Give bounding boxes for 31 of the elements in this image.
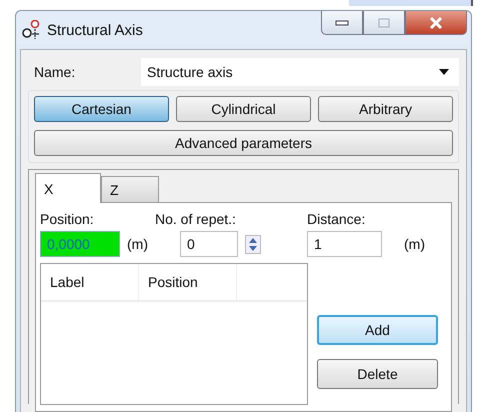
spin-buttons[interactable]	[245, 234, 261, 254]
close-icon	[429, 16, 443, 28]
column-header[interactable]: Label	[41, 264, 139, 300]
name-label: Name:	[33, 64, 76, 80]
repetitions-field[interactable]: 0	[180, 231, 238, 257]
position-label: Position:	[40, 211, 95, 227]
close-button[interactable]	[405, 11, 467, 35]
unit-label: (m)	[404, 236, 425, 252]
axis-icon	[22, 20, 42, 40]
unit-label: (m)	[127, 236, 148, 252]
axis-tab[interactable]: Z	[101, 176, 159, 202]
coordinate-type-button[interactable]: Cylindrical	[176, 96, 311, 122]
distance-field[interactable]: 1	[307, 231, 382, 257]
action-button[interactable]: Delete	[317, 359, 438, 389]
minimize-button[interactable]	[321, 11, 363, 35]
action-button[interactable]: Add	[317, 315, 438, 345]
dropdown-arrow-icon	[439, 69, 449, 75]
coordinate-type-button[interactable]: Arbitrary	[318, 96, 453, 122]
minimize-icon	[335, 20, 349, 26]
coordinate-type-button[interactable]: Cartesian	[34, 96, 169, 122]
distance-label: Distance:	[307, 211, 366, 227]
axis-tab[interactable]: X	[35, 173, 101, 203]
column-header[interactable]: Position	[139, 264, 237, 300]
maximize-icon	[378, 18, 390, 28]
maximize-button[interactable]	[363, 11, 405, 35]
up-arrow-icon	[249, 238, 257, 242]
down-arrow-icon	[249, 246, 257, 250]
advanced-parameters-button[interactable]: Advanced parameters	[34, 130, 453, 156]
window-title: Structural Axis	[47, 22, 143, 38]
repetitions-label: No. of repet.:	[155, 211, 237, 227]
name-dropdown[interactable]: Structure axis	[141, 58, 459, 86]
